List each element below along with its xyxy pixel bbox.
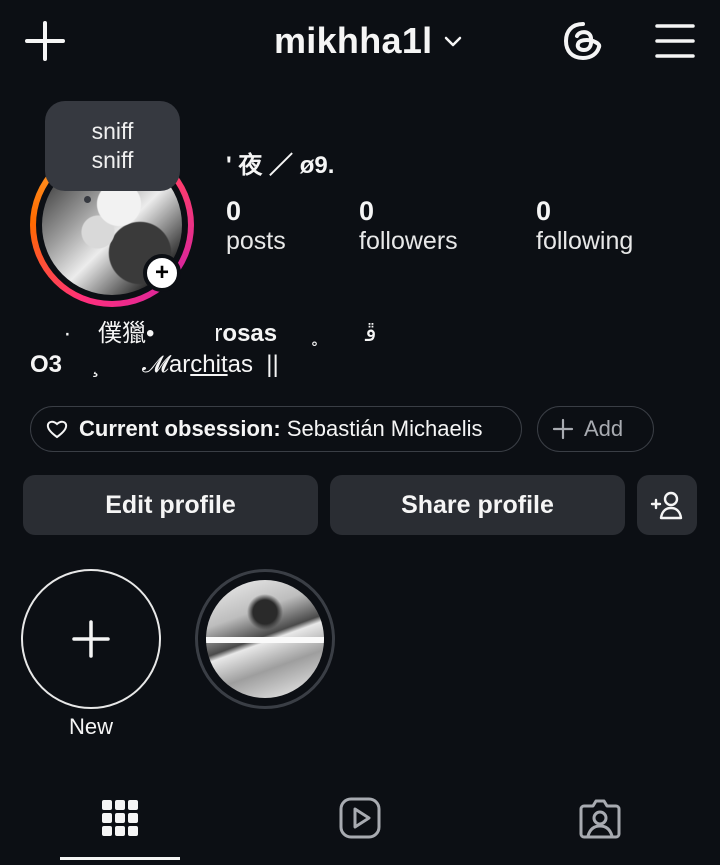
reels-icon: [339, 797, 381, 839]
account-switcher[interactable]: mikhha1l: [274, 18, 464, 64]
stat-following-label: following: [536, 227, 634, 255]
bio-text: 僕獵: [71, 320, 146, 347]
grid-icon: [102, 800, 138, 836]
current-obsession-pill[interactable]: Current obsession: Sebastián Michaelis: [30, 406, 522, 452]
menu-icon[interactable]: [652, 18, 698, 64]
plus-icon: [552, 418, 574, 440]
tab-posts-grid[interactable]: [98, 796, 142, 840]
stat-followers[interactable]: 0 followers: [359, 196, 458, 256]
bio-text: ̧ 𝓜ar: [62, 351, 191, 378]
note-bubble[interactable]: sniff sniff: [45, 101, 180, 191]
share-profile-button[interactable]: Share profile: [330, 475, 625, 535]
stat-posts[interactable]: 0 posts: [226, 196, 286, 256]
heart-icon: [46, 420, 68, 439]
stat-following-value: 0: [536, 196, 552, 226]
display-name: ' 夜 ／ ø9.: [226, 152, 335, 179]
new-highlight-button[interactable]: [21, 569, 161, 709]
add-pill-button[interactable]: Add: [537, 406, 654, 452]
active-tab-indicator: [60, 857, 180, 860]
discover-people-button[interactable]: [637, 475, 697, 535]
bio-text: •: [146, 320, 155, 347]
bio-text: ·: [50, 320, 72, 347]
bio-text: ˳ ﭰ: [277, 320, 377, 347]
bio-link[interactable]: chit: [190, 351, 227, 378]
add-story-icon[interactable]: +: [143, 254, 181, 292]
plus-icon: [72, 620, 110, 658]
bio-line-2: O3 ̧ 𝓜architas ||: [30, 351, 279, 379]
stat-followers-label: followers: [359, 227, 458, 255]
stat-posts-value: 0: [226, 196, 242, 226]
tagged-icon: [579, 799, 621, 839]
note-tail: [84, 196, 91, 203]
note-line-1: sniff: [91, 118, 134, 144]
stat-followers-value: 0: [359, 196, 375, 226]
add-person-icon: [650, 491, 683, 520]
edit-profile-button[interactable]: Edit profile: [23, 475, 318, 535]
tab-tagged[interactable]: [578, 796, 622, 840]
create-plus-icon[interactable]: [22, 18, 68, 64]
tab-reels[interactable]: [338, 796, 382, 840]
stat-following[interactable]: 0 following: [536, 196, 633, 256]
add-label: Add: [584, 416, 624, 441]
obsession-value: Sebastián Michaelis: [286, 416, 483, 441]
story-highlight[interactable]: [195, 569, 335, 709]
bio-text: as ||: [227, 351, 279, 378]
threads-icon[interactable]: [560, 18, 606, 64]
chevron-down-icon: [445, 36, 462, 47]
bio-line-1: · 僕獵• rosas ˳ ﭰ: [50, 313, 377, 348]
username: mikhha1l: [274, 20, 433, 61]
highlight-new-label: New: [68, 714, 113, 739]
obsession-label: Current obsession:: [79, 416, 281, 441]
highlight-cover-image: [206, 580, 324, 698]
stat-posts-label: posts: [226, 227, 286, 255]
note-line-2: sniff: [91, 147, 134, 173]
bio-text: O3: [30, 351, 63, 378]
bio-text: osas: [222, 320, 278, 347]
